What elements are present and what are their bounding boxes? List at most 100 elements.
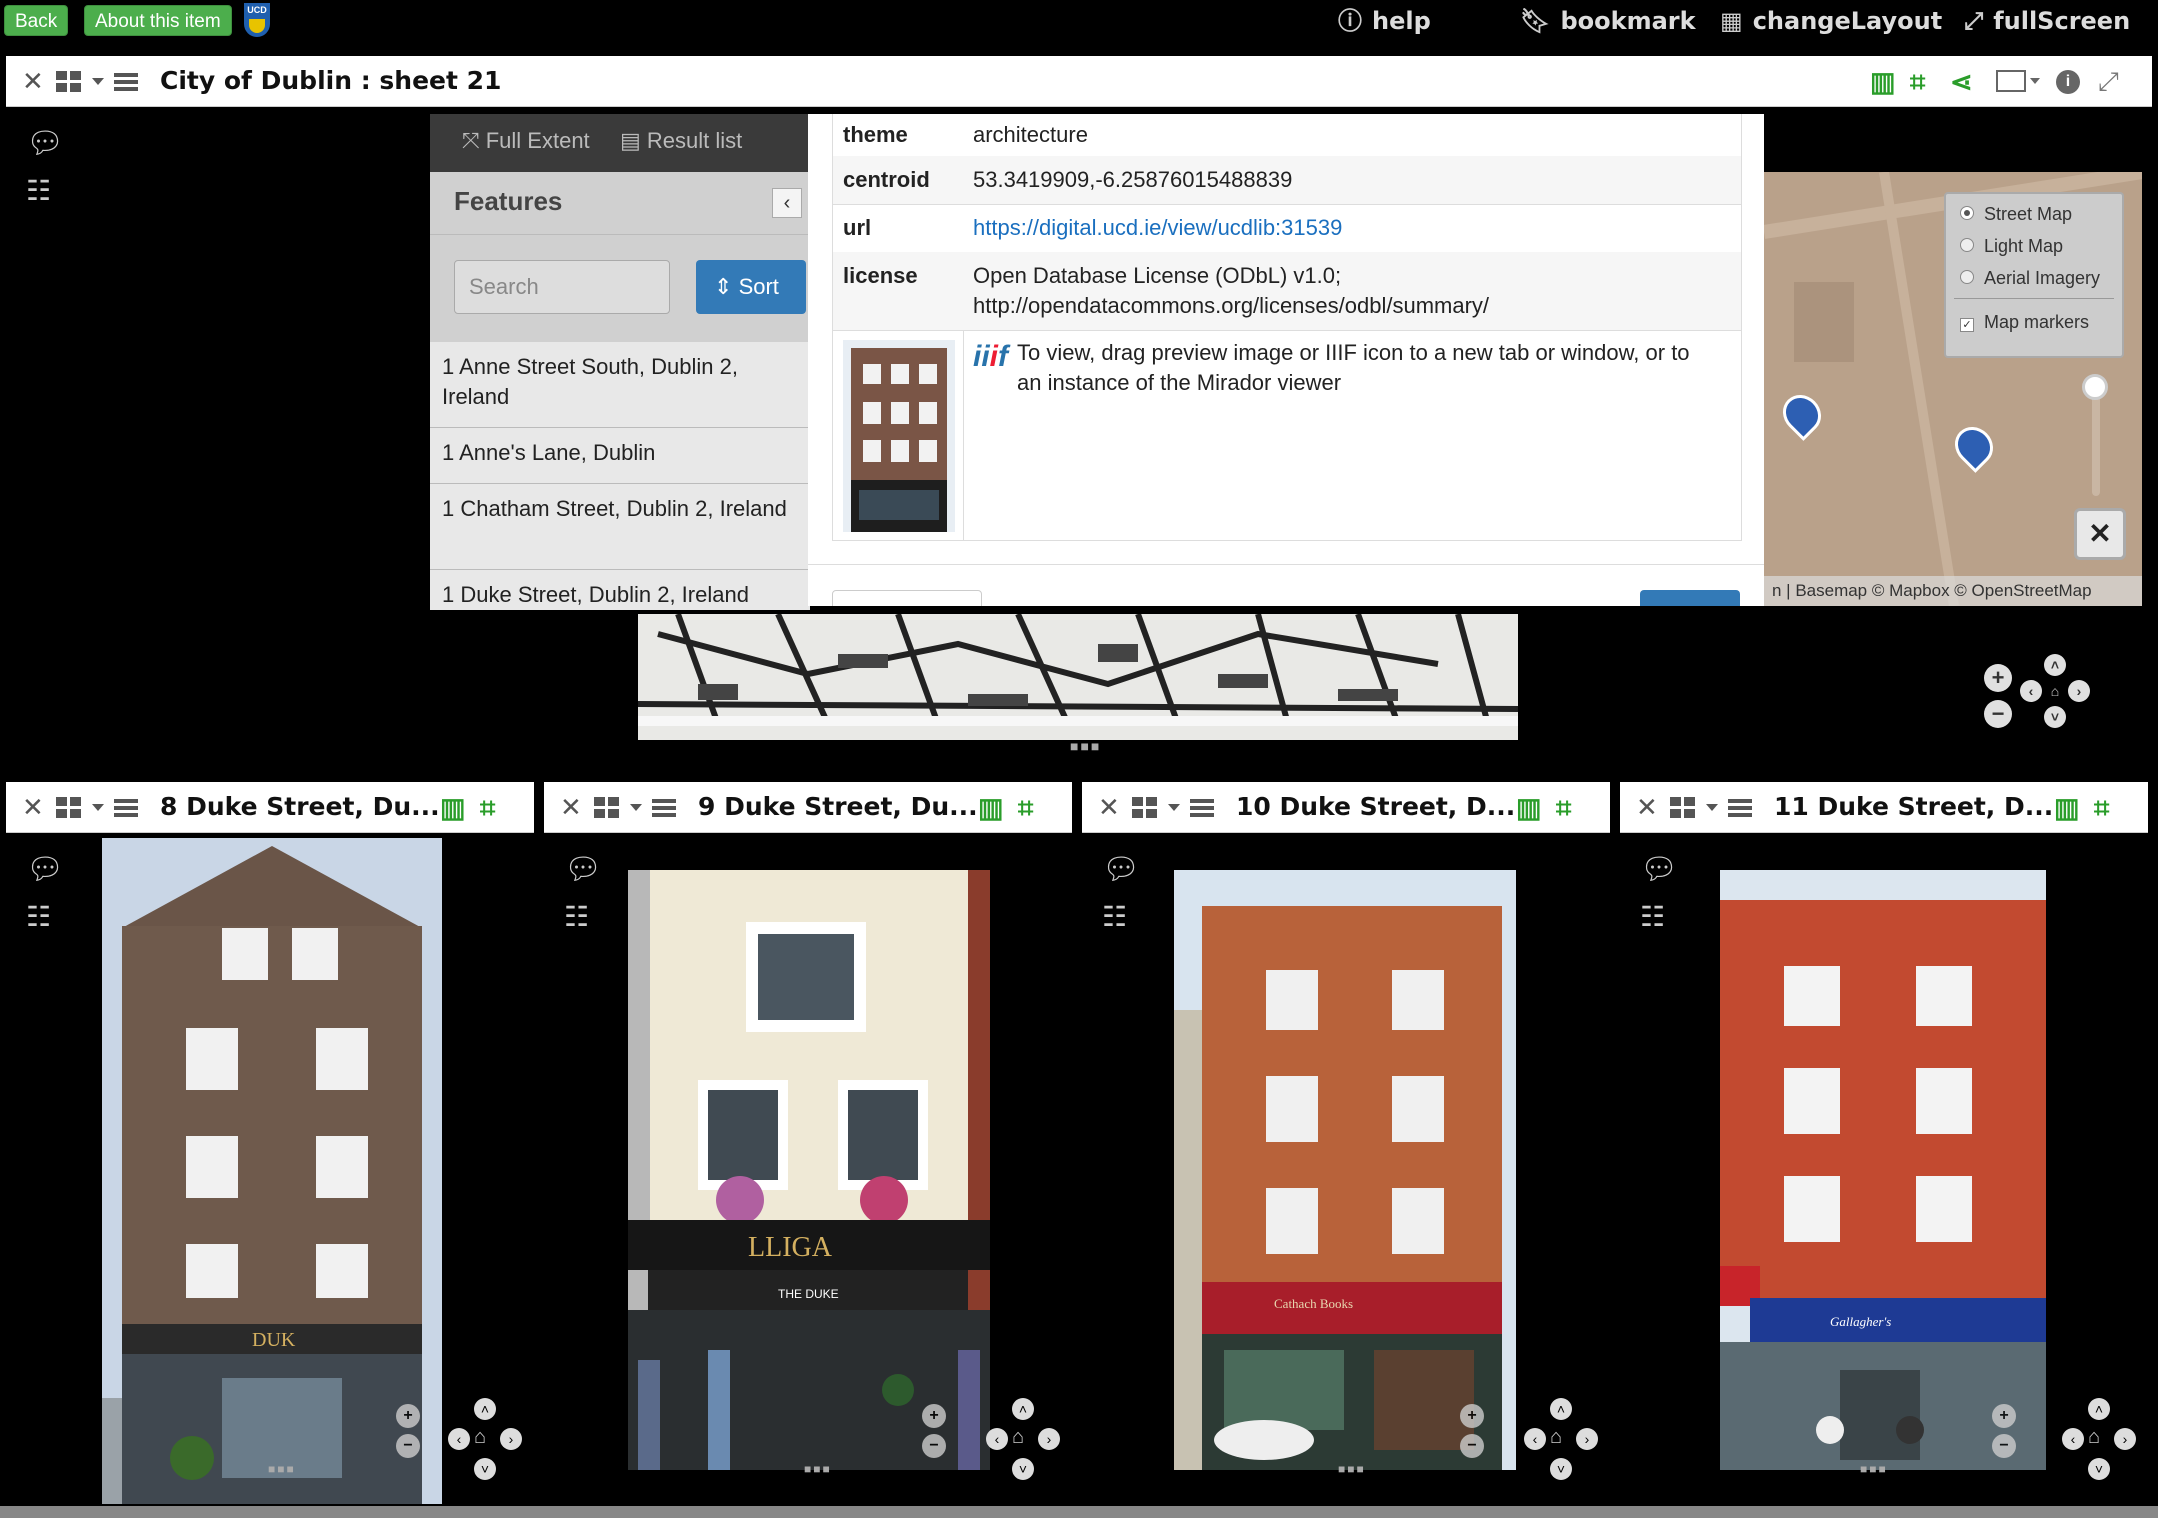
pan-right-icon[interactable]: ›	[2068, 680, 2090, 702]
zoom-out-icon[interactable]: −	[396, 1434, 420, 1458]
aerial-imagery-option[interactable]: Aerial Imagery	[1960, 268, 2100, 289]
info-icon[interactable]: i	[2056, 70, 2080, 94]
building-photo[interactable]: Gallagher's	[1720, 870, 2046, 1470]
iiif-logo-icon[interactable]: iiif	[973, 340, 1008, 374]
pan-down-icon[interactable]: ˅	[2088, 1458, 2110, 1480]
pan-down-icon[interactable]: ˅	[2044, 706, 2066, 728]
pan-up-icon[interactable]: ˄	[1012, 1398, 1034, 1420]
map-icon[interactable]: ▥	[978, 794, 1004, 822]
crop-icon[interactable]: ⌗	[2094, 794, 2109, 822]
pan-down-icon[interactable]: ˅	[1550, 1458, 1572, 1480]
menu-icon[interactable]	[114, 799, 138, 818]
chevron-down-icon[interactable]	[2030, 78, 2040, 84]
pan-right-icon[interactable]: ›	[2114, 1428, 2136, 1450]
pan-left-icon[interactable]: ‹	[448, 1428, 470, 1450]
map-icon[interactable]: ▥	[1870, 68, 1896, 96]
layout-grid-icon[interactable]	[56, 71, 86, 93]
drag-handle-icon[interactable]: ■■■	[1070, 738, 1101, 754]
building-photo[interactable]: LLIGA THE DUKE	[628, 870, 990, 1470]
zoom-in-icon[interactable]: +	[1460, 1404, 1484, 1428]
feature-item[interactable]: 1 Anne's Lane, Dublin	[430, 428, 810, 484]
drag-handle-icon[interactable]: ■■■	[804, 1462, 832, 1476]
comments-icon[interactable]: 💬︎	[1640, 852, 1678, 887]
close-icon[interactable]: ✕	[22, 792, 44, 822]
back-button[interactable]: Back	[4, 5, 69, 36]
comments-icon[interactable]: 💬︎	[26, 126, 64, 161]
zoom-in-icon[interactable]: +	[1984, 664, 2012, 692]
zoom-in-icon[interactable]: +	[396, 1404, 420, 1428]
close-icon[interactable]: ✕	[2074, 508, 2126, 560]
zoom-in-icon[interactable]: +	[922, 1404, 946, 1428]
comments-icon[interactable]: 💬︎	[26, 852, 64, 887]
pan-right-icon[interactable]: ›	[500, 1428, 522, 1450]
url-link[interactable]: https://digital.ucd.ie/view/ucdlib:31539	[973, 213, 1342, 243]
crop-icon[interactable]: ⌗	[1018, 794, 1033, 822]
street-map[interactable]: Street Map Light Map Aerial Imagery ✓ Map…	[1764, 172, 2142, 606]
opacity-slider-track[interactable]	[2092, 386, 2100, 496]
map-icon[interactable]: ▥	[440, 794, 466, 822]
image-icon[interactable]	[1996, 70, 2026, 92]
opacity-slider-handle[interactable]	[2082, 374, 2108, 400]
layout-grid-icon[interactable]	[594, 797, 624, 819]
building-photo[interactable]: Cathach Books	[1174, 870, 1516, 1470]
search-input[interactable]: Search	[454, 260, 670, 314]
map-icon[interactable]: ▥	[2054, 794, 2080, 822]
home-icon[interactable]: ⌂	[474, 1426, 486, 1449]
crop-icon[interactable]: ⌗	[1556, 794, 1571, 822]
preview-thumbnail[interactable]	[843, 340, 955, 532]
menu-icon[interactable]	[1728, 799, 1752, 818]
pan-left-icon[interactable]: ‹	[986, 1428, 1008, 1450]
drag-handle-icon[interactable]: ■■■	[1338, 1462, 1366, 1476]
close-icon[interactable]: ✕	[1636, 792, 1658, 822]
help-link[interactable]: ⓘ help	[1338, 3, 1431, 39]
close-icon[interactable]: ✕	[1098, 792, 1120, 822]
chevron-down-icon[interactable]	[92, 804, 104, 811]
pan-up-icon[interactable]: ˄	[1550, 1398, 1572, 1420]
change-layout-link[interactable]: ▦ changeLayout	[1720, 3, 1942, 39]
home-icon[interactable]: ⌂	[1012, 1426, 1024, 1449]
close-icon[interactable]: ✕	[22, 66, 44, 96]
chevron-down-icon[interactable]	[1706, 804, 1718, 811]
layout-grid-icon[interactable]	[56, 797, 86, 819]
pan-down-icon[interactable]: ˅	[474, 1458, 496, 1480]
zoom-out-icon[interactable]: −	[1992, 1434, 2016, 1458]
feature-item[interactable]: 1 Chatham Street, Dublin 2, Ireland	[430, 484, 810, 570]
sliders-icon[interactable]: ☷	[564, 900, 589, 933]
home-icon[interactable]: ⌂	[1550, 1426, 1562, 1449]
menu-icon[interactable]	[114, 73, 138, 92]
sliders-icon[interactable]: ☷	[26, 900, 51, 933]
layout-grid-icon[interactable]	[1132, 797, 1162, 819]
sliders-icon[interactable]: ☷	[1102, 900, 1127, 933]
chevron-down-icon[interactable]	[1168, 804, 1180, 811]
feature-item[interactable]: 1 Anne Street South, Dublin 2, Ireland	[430, 342, 810, 428]
chevron-down-icon[interactable]	[630, 804, 642, 811]
crop-icon[interactable]: ⌗	[480, 794, 495, 822]
map-markers-checkbox[interactable]: ✓ Map markers	[1960, 312, 2089, 333]
pan-right-icon[interactable]: ›	[1576, 1428, 1598, 1450]
zoom-out-icon[interactable]: −	[922, 1434, 946, 1458]
light-map-option[interactable]: Light Map	[1960, 236, 2063, 257]
menu-icon[interactable]	[652, 799, 676, 818]
about-item-button[interactable]: About this item	[84, 5, 232, 36]
sliders-icon[interactable]: ☷	[26, 174, 51, 207]
drag-handle-icon[interactable]: ■■■	[268, 1462, 296, 1476]
sliders-icon[interactable]: ☷	[1640, 900, 1665, 933]
home-icon[interactable]: ⌂	[2088, 1426, 2100, 1449]
sort-button[interactable]: ⇕ Sort	[696, 260, 806, 314]
street-map-option[interactable]: Street Map	[1960, 204, 2072, 225]
modal-close-button[interactable]	[832, 590, 982, 606]
map-image[interactable]	[638, 614, 1518, 740]
zoom-out-icon[interactable]: −	[1984, 700, 2012, 728]
comments-icon[interactable]: 💬︎	[564, 852, 602, 887]
pan-up-icon[interactable]: ˄	[474, 1398, 496, 1420]
result-list-button[interactable]: ▤ Result list	[620, 128, 742, 154]
close-icon[interactable]: ✕	[560, 792, 582, 822]
chevron-left-icon[interactable]: ‹	[772, 188, 802, 218]
crop-icon[interactable]: ⌗	[1910, 68, 1925, 96]
pan-left-icon[interactable]: ‹	[2020, 680, 2042, 702]
menu-icon[interactable]	[1190, 799, 1214, 818]
pan-down-icon[interactable]: ˅	[1012, 1458, 1034, 1480]
expand-icon[interactable]: ⤢	[2098, 66, 2119, 98]
pan-up-icon[interactable]: ˄	[2044, 654, 2066, 676]
zoom-in-icon[interactable]: +	[1992, 1404, 2016, 1428]
